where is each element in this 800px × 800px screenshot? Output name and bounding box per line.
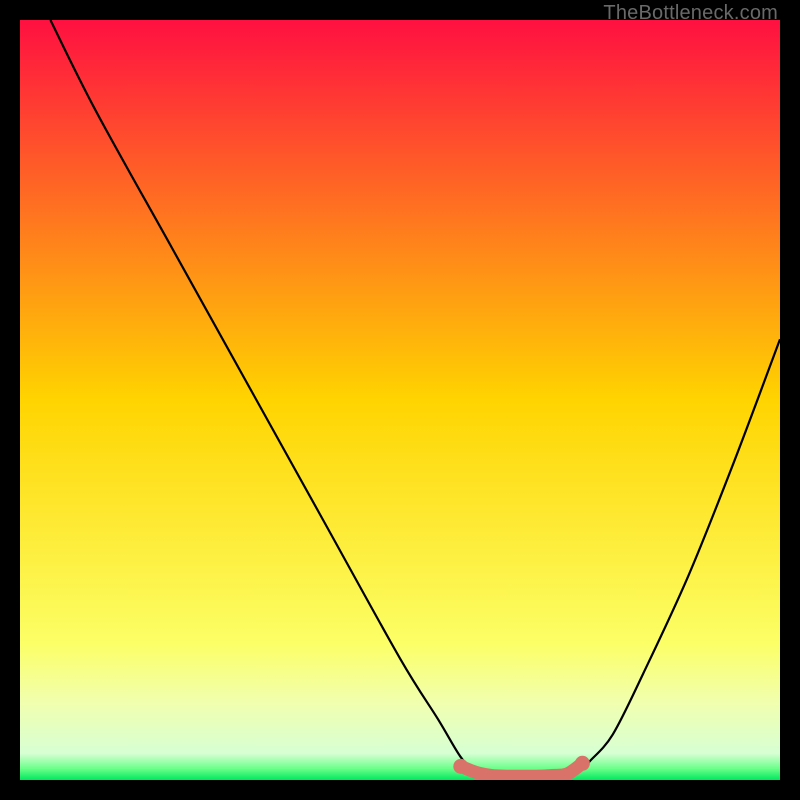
watermark-text: TheBottleneck.com — [603, 2, 778, 25]
gradient-background — [20, 20, 780, 780]
bottleneck-chart — [20, 20, 780, 780]
chart-frame — [20, 20, 780, 780]
